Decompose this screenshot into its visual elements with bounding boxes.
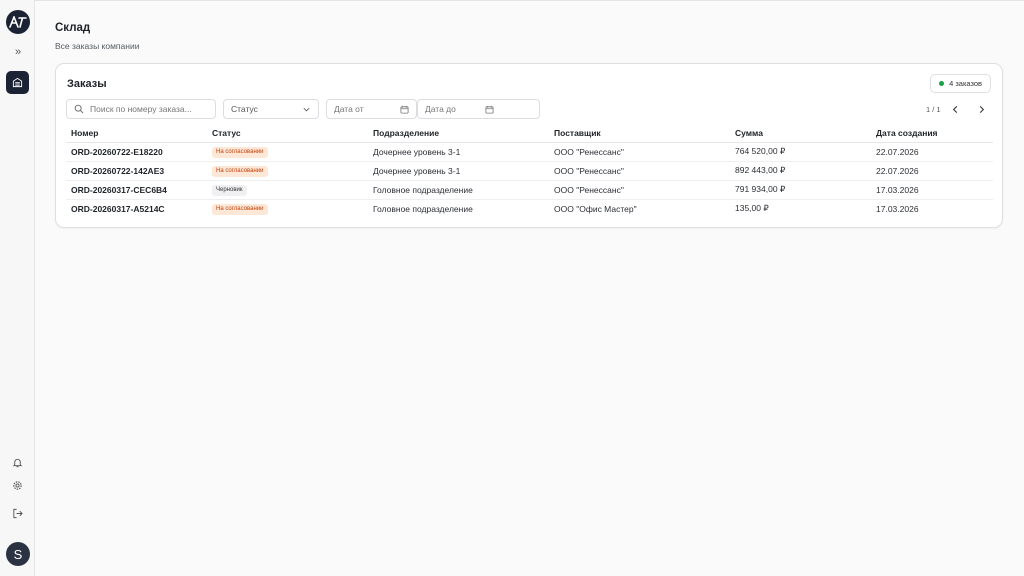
next-page-button[interactable] (973, 101, 989, 117)
sidebar: » S (0, 0, 35, 576)
column-header-department[interactable]: Подразделение (368, 124, 549, 143)
supplier-cell: ООО "Ренессанс" (549, 161, 730, 181)
date-cell: 22.07.2026 (871, 142, 993, 162)
column-header-supplier[interactable]: Поставщик (549, 124, 730, 143)
order-number: ORD-20260722-E18220 (66, 142, 207, 162)
status-badge: На согласовании (212, 204, 268, 216)
orders-card-title: Заказы (67, 78, 107, 90)
column-header-status[interactable]: Статус (207, 124, 368, 143)
orders-count-label: 4 заказов (949, 79, 982, 88)
supplier-cell: ООО "Ренессанс" (549, 180, 730, 200)
prev-page-button[interactable] (947, 101, 963, 117)
calendar-icon (400, 105, 409, 114)
column-header-number[interactable]: Номер (66, 124, 207, 143)
main-content: Склад Все заказы компании Заказы 4 заказ… (35, 0, 1024, 576)
date-cell: 17.03.2026 (876, 203, 919, 214)
column-header-amount[interactable]: Сумма (730, 124, 871, 143)
table-row[interactable]: ORD-20260722-E18220 На согласовании Доче… (66, 142, 993, 162)
avatar-letter: S (13, 546, 23, 562)
order-number: ORD-20260317-A5214C (71, 203, 165, 214)
orders-count-badge: 4 заказов (930, 74, 991, 93)
calendar-icon (485, 105, 494, 114)
date-from-label: Дата от (334, 104, 364, 114)
date-to-label: Дата до (425, 104, 456, 114)
expand-icon[interactable]: » (10, 45, 26, 59)
orders-card: Заказы 4 заказов Поиск по номеру заказа.… (55, 63, 1003, 228)
column-header-date[interactable]: Дата создания (871, 124, 993, 143)
page-subtitle: Все заказы компании (55, 41, 140, 51)
status-dot-icon (939, 81, 945, 86)
bell-icon[interactable] (9, 454, 25, 470)
status-select[interactable]: Статус (223, 99, 319, 119)
amount-cell: 791 934,00 ₽ (730, 180, 871, 200)
order-number: ORD-20260317-CEC6B4 (66, 180, 207, 200)
department-cell: Головное подразделение (373, 203, 473, 214)
logout-icon[interactable] (9, 505, 25, 521)
chevron-down-icon (303, 107, 310, 111)
supplier-cell: ООО "Офис Мастер" (554, 203, 637, 214)
status-cell: Черновик (207, 180, 368, 200)
department-cell: Дочернее уровень 3-1 (368, 142, 549, 162)
pagination-label: 1 / 1 (926, 105, 941, 114)
order-number: ORD-20260722-142AE3 (66, 161, 207, 181)
gear-icon[interactable] (9, 477, 25, 493)
avatar[interactable]: S (6, 542, 30, 566)
page-title: Склад (55, 22, 91, 34)
search-icon (74, 104, 84, 114)
amount-cell: 764 520,00 ₽ (730, 142, 871, 162)
warehouse-icon (12, 77, 23, 88)
amount-cell: 135,00 ₽ (735, 203, 769, 214)
table-row[interactable]: ORD-20260317-CEC6B4 Черновик Головное по… (66, 180, 993, 200)
date-to-input[interactable]: Дата до (417, 99, 540, 119)
amount-cell: 892 443,00 ₽ (730, 161, 871, 181)
status-select-label: Статус (231, 104, 258, 114)
status-badge: Черновик (212, 185, 247, 196)
orders-table: Номер Статус Подразделение Поставщик Сум… (66, 124, 993, 218)
status-cell: На согласовании (207, 161, 368, 181)
chevron-left-icon (952, 105, 957, 113)
table-row[interactable]: ORD-20260722-142AE3 На согласовании Доче… (66, 161, 993, 181)
department-cell: Головное подразделение (368, 180, 549, 200)
status-badge: На согласовании (212, 166, 268, 177)
chevron-right-icon (979, 105, 984, 113)
date-cell: 17.03.2026 (871, 180, 993, 200)
department-cell: Дочернее уровень 3-1 (368, 161, 549, 181)
sidebar-item-warehouse[interactable] (6, 71, 29, 94)
status-cell: На согласовании (207, 199, 368, 218)
date-cell: 22.07.2026 (871, 161, 993, 181)
supplier-cell: ООО "Ренессанс" (549, 142, 730, 162)
logo-icon[interactable] (6, 10, 30, 34)
table-header-row: Номер Статус Подразделение Поставщик Сум… (66, 124, 993, 143)
table-row[interactable]: ORD-20260317-A5214C На согласовании Голо… (66, 199, 993, 218)
search-placeholder: Поиск по номеру заказа... (90, 104, 192, 114)
search-input[interactable]: Поиск по номеру заказа... (66, 99, 216, 119)
app: » S Склад Все заказы компании Заказы 4 з… (0, 0, 1024, 576)
date-from-input[interactable]: Дата от (326, 99, 417, 119)
status-badge: На согласовании (212, 147, 268, 158)
status-cell: На согласовании (207, 142, 368, 162)
